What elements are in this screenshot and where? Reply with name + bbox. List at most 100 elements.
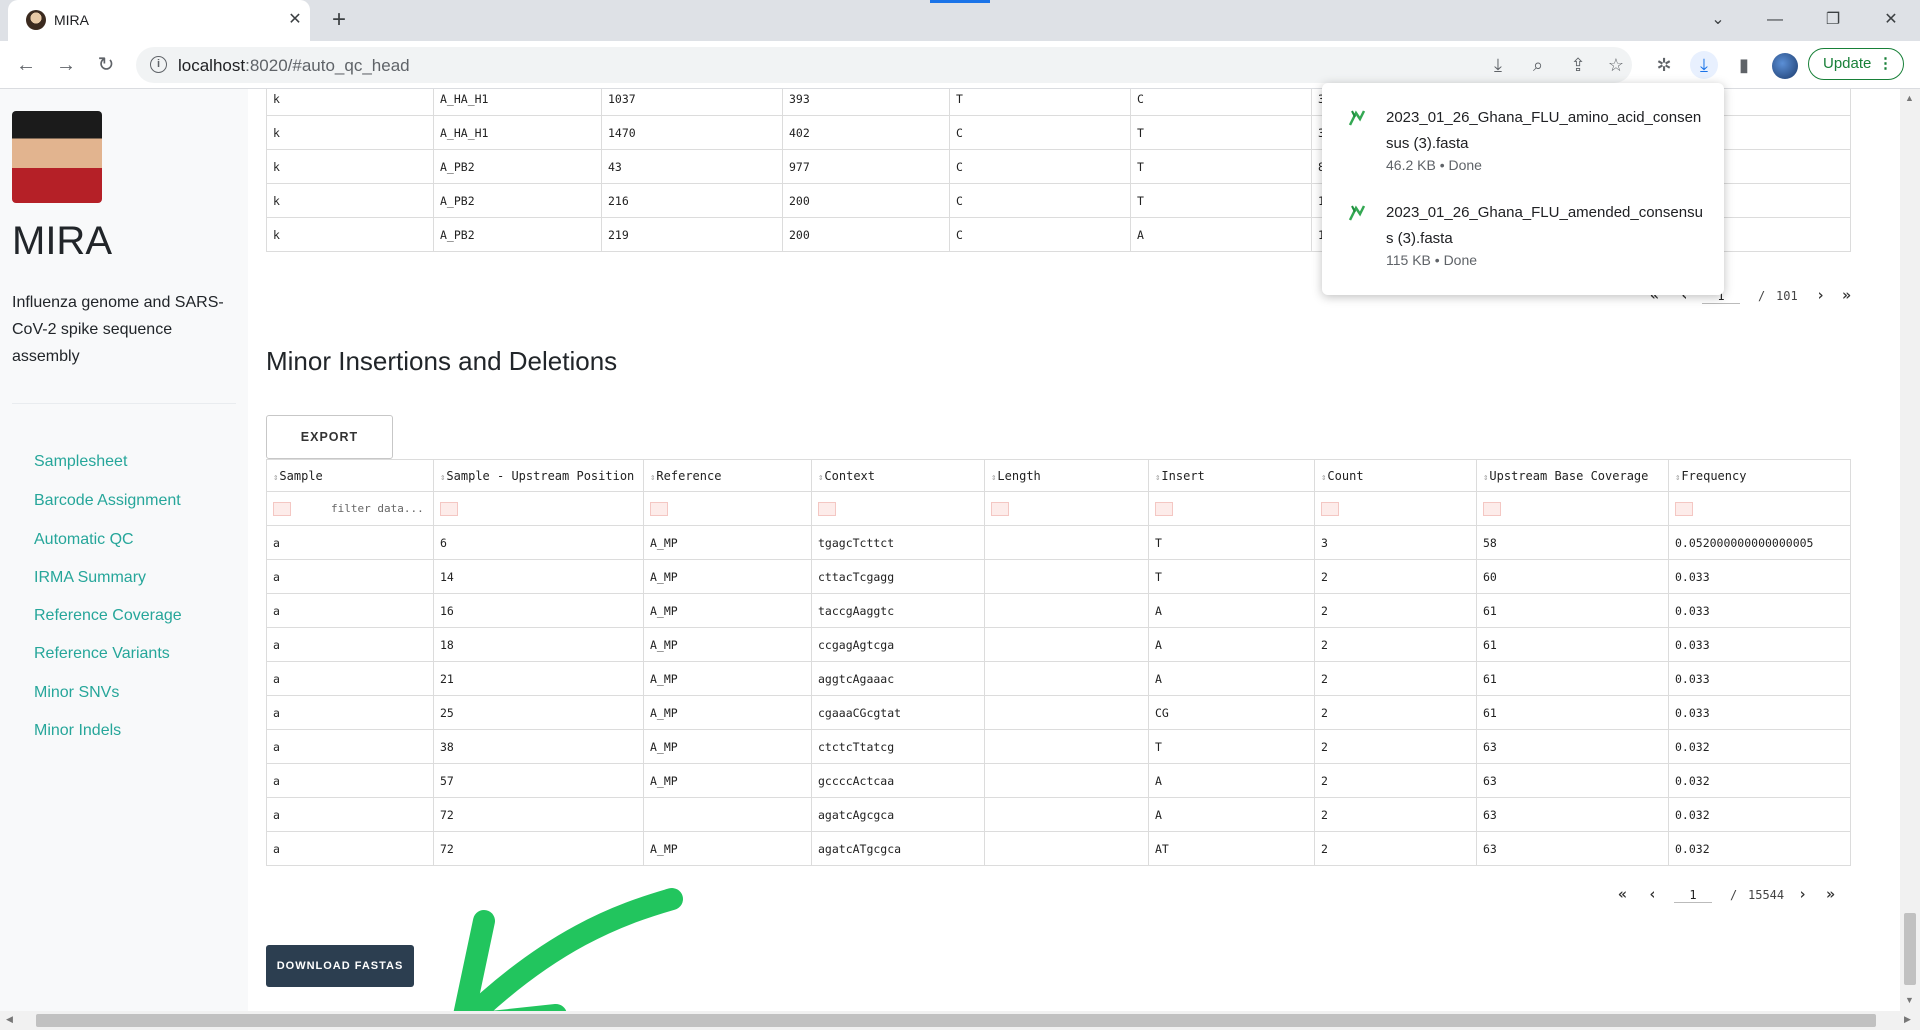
download-item[interactable]: 2023_01_26_Ghana_FLU_amino_acid_consensu… xyxy=(1322,83,1724,177)
filter-input[interactable] xyxy=(1483,501,1501,516)
table-cell xyxy=(984,831,1149,866)
table-cell: 977 xyxy=(782,149,950,184)
scroll-up-icon[interactable]: ▲ xyxy=(1905,93,1914,103)
column-header[interactable]: ⇕Reference xyxy=(643,459,812,492)
sort-icon[interactable]: ⇕ xyxy=(1321,473,1326,483)
filter-input[interactable] xyxy=(818,501,836,516)
nav-automatic-qc[interactable]: Automatic QC xyxy=(34,531,134,549)
close-icon[interactable]: ✕ xyxy=(284,9,306,31)
table-cell: A xyxy=(1148,763,1315,798)
nav-reference-variants[interactable]: Reference Variants xyxy=(34,645,170,663)
column-header[interactable]: ⇕Count xyxy=(1314,459,1477,492)
nav-reference-coverage[interactable]: Reference Coverage xyxy=(34,607,182,625)
side-panel-icon[interactable]: ▮ xyxy=(1730,51,1758,79)
horizontal-scroll-thumb[interactable] xyxy=(36,1014,1876,1027)
column-header-label: Reference xyxy=(656,468,722,483)
table-cell: 61 xyxy=(1476,593,1669,628)
nav-samplesheet[interactable]: Samplesheet xyxy=(34,453,127,471)
nav-minor-indels[interactable]: Minor Indels xyxy=(34,722,121,740)
table-row: a 14 A_MP cttacTcgagg T 2 60 0.033 xyxy=(266,559,1851,594)
sidebar: MIRA Influenza genome and SARS-CoV-2 spi… xyxy=(0,89,248,1030)
page-input[interactable]: 1 xyxy=(1674,888,1712,903)
extensions-icon[interactable]: ✲ xyxy=(1650,51,1678,79)
share-icon[interactable]: ⇪ xyxy=(1564,51,1592,79)
next-page-button[interactable]: › xyxy=(1798,885,1807,903)
table-cell: 0.032 xyxy=(1668,763,1851,798)
prev-page-button[interactable]: ‹ xyxy=(1648,885,1657,903)
table-cell: k xyxy=(266,149,434,184)
table-row: a 6 A_MP tgagcTcttct T 3 58 0.05200000000000000… xyxy=(266,525,1851,560)
filter-input[interactable] xyxy=(650,501,668,516)
last-page-button[interactable]: » xyxy=(1842,286,1851,304)
install-icon[interactable]: ⤓ xyxy=(1484,51,1512,79)
sort-icon[interactable]: ⇕ xyxy=(991,473,996,483)
filter-input[interactable] xyxy=(440,501,458,516)
sort-icon[interactable]: ⇕ xyxy=(650,473,655,483)
vertical-scroll-thumb[interactable] xyxy=(1904,913,1916,985)
table-cell: a xyxy=(266,729,434,764)
new-tab-icon[interactable]: + xyxy=(326,8,352,34)
filter-input[interactable] xyxy=(273,501,291,516)
back-icon[interactable]: ← xyxy=(12,51,40,79)
scroll-right-icon[interactable]: ▶ xyxy=(1904,1014,1911,1025)
nav-irma-summary[interactable]: IRMA Summary xyxy=(34,569,146,587)
bookmark-star-icon[interactable]: ☆ xyxy=(1602,51,1630,79)
sort-icon[interactable]: ⇕ xyxy=(1483,473,1488,483)
profile-avatar[interactable] xyxy=(1772,53,1798,79)
column-header[interactable]: ⇕Frequency xyxy=(1668,459,1851,492)
download-fastas-button[interactable]: DOWNLOAD FASTAS xyxy=(266,945,414,987)
address-bar[interactable]: i localhost:8020/#auto_qc_head ⤓ ⌕ ⇪ ☆ xyxy=(136,47,1632,83)
table-cell: C xyxy=(1130,89,1312,116)
zoom-icon[interactable]: ⌕ xyxy=(1524,51,1552,79)
column-header[interactable]: ⇕Upstream Base Coverage xyxy=(1476,459,1669,492)
table-cell: A_HA_H1 xyxy=(433,89,602,116)
table-cell: 18 xyxy=(433,627,644,662)
sort-icon[interactable]: ⇕ xyxy=(440,473,445,483)
horizontal-scrollbar[interactable]: ◀ ▶ xyxy=(0,1011,1920,1030)
filter-input[interactable] xyxy=(1321,501,1339,516)
column-header[interactable]: ⇕Sample - Upstream Position xyxy=(433,459,644,492)
last-page-button[interactable]: » xyxy=(1826,885,1835,903)
downloads-icon[interactable]: ⤓ xyxy=(1690,51,1718,79)
browser-toolbar: ← → ↻ i localhost:8020/#auto_qc_head ⤓ ⌕… xyxy=(0,41,1920,89)
table-cell: 2 xyxy=(1314,627,1477,662)
vertical-scrollbar[interactable]: ▲ ▼ xyxy=(1900,89,1920,1011)
filter-input[interactable] xyxy=(1155,501,1173,516)
filter-cell xyxy=(1148,491,1315,526)
scroll-down-icon[interactable]: ▼ xyxy=(1905,995,1914,1005)
update-button[interactable]: Update ⋮ xyxy=(1808,48,1904,80)
tab-search-icon[interactable]: ⌄ xyxy=(1695,6,1741,34)
scroll-left-icon[interactable]: ◀ xyxy=(6,1014,13,1025)
next-page-button[interactable]: › xyxy=(1816,286,1825,304)
window-close-icon[interactable]: ✕ xyxy=(1868,6,1914,34)
sort-icon[interactable]: ⇕ xyxy=(273,473,278,483)
filter-input[interactable] xyxy=(991,501,1009,516)
table-cell: 2 xyxy=(1314,729,1477,764)
column-header-label: Sample xyxy=(279,468,323,483)
site-info-icon[interactable]: i xyxy=(150,56,167,73)
download-item[interactable]: 2023_01_26_Ghana_FLU_amended_consensus (… xyxy=(1322,178,1724,272)
nav-minor-snvs[interactable]: Minor SNVs xyxy=(34,684,119,702)
column-header[interactable]: ⇕Sample xyxy=(266,459,434,492)
sort-icon[interactable]: ⇕ xyxy=(818,473,823,483)
first-page-button[interactable]: « xyxy=(1618,885,1627,903)
reload-icon[interactable]: ↻ xyxy=(92,51,120,79)
app-title: MIRA xyxy=(12,219,112,263)
minimize-icon[interactable]: — xyxy=(1752,6,1798,34)
table-cell: A_HA_H1 xyxy=(433,115,602,150)
nav-barcode-assignment[interactable]: Barcode Assignment xyxy=(34,492,181,510)
forward-icon[interactable]: → xyxy=(52,51,80,79)
column-header-label: Insert xyxy=(1161,468,1205,483)
browser-tab[interactable]: MIRA ✕ xyxy=(8,0,310,41)
restore-icon[interactable]: ❐ xyxy=(1810,6,1856,34)
column-header[interactable]: ⇕Insert xyxy=(1148,459,1315,492)
table-cell: taccgAaggtc xyxy=(811,593,985,628)
table-cell xyxy=(984,797,1149,832)
column-header[interactable]: ⇕Length xyxy=(984,459,1149,492)
column-header[interactable]: ⇕Context xyxy=(811,459,985,492)
table-cell: T xyxy=(949,89,1131,116)
sort-icon[interactable]: ⇕ xyxy=(1675,473,1680,483)
filter-input[interactable] xyxy=(1675,501,1693,516)
export-button[interactable]: EXPORT xyxy=(266,415,393,459)
sort-icon[interactable]: ⇕ xyxy=(1155,473,1160,483)
